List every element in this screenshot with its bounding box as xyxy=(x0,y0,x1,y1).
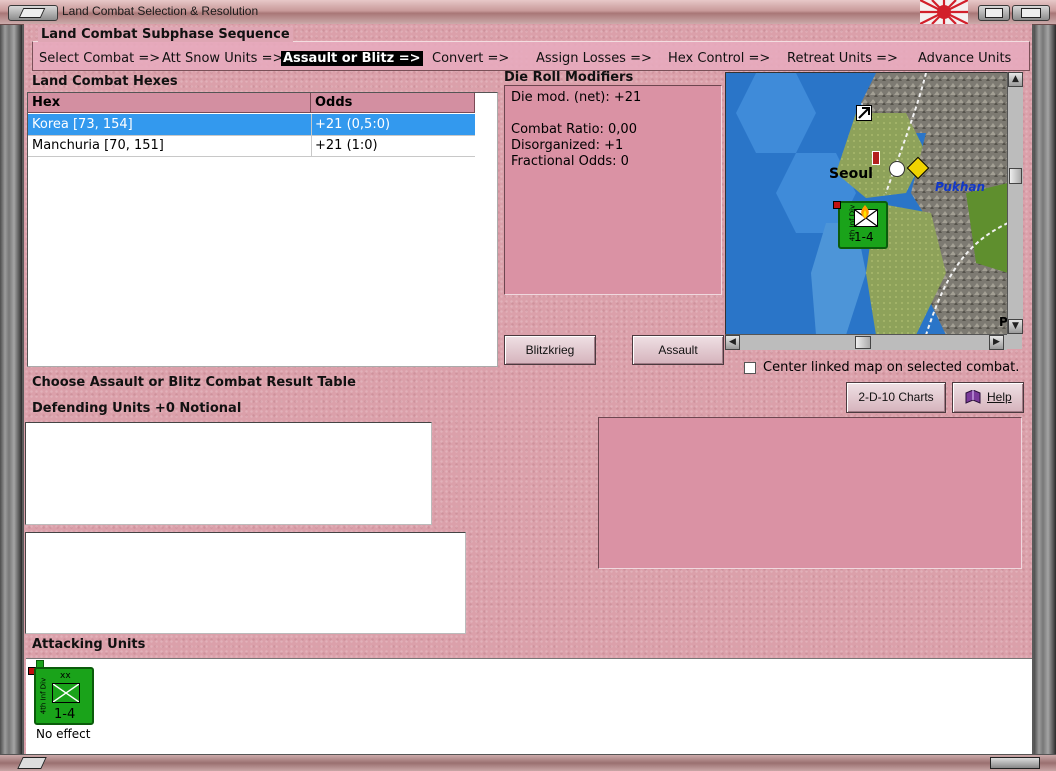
flag-marker-icon xyxy=(872,151,880,165)
land-combat-hexes-heading: Land Combat Hexes xyxy=(32,74,178,89)
attack-flame-icon xyxy=(858,205,872,219)
scroll-thumb[interactable] xyxy=(1009,168,1022,184)
linked-map[interactable]: Seoul Pukhan 4th Inf Div 1-4 P xyxy=(725,72,1009,336)
odds-cell: +21 (1:0) xyxy=(315,138,378,153)
help-button[interactable]: Help xyxy=(952,382,1024,413)
clock-marker-icon xyxy=(889,161,905,177)
table-row[interactable]: Manchuria [70, 151] +21 (1:0) xyxy=(28,135,475,157)
column-header-odds[interactable]: Odds xyxy=(311,93,475,113)
scroll-down-arrow-icon[interactable]: ▼ xyxy=(1008,319,1023,334)
die-roll-modifiers-box: Die mod. (net): +21 Combat Ratio: 0,00 D… xyxy=(504,85,722,295)
step-advance-units: Advance Units xyxy=(918,51,1012,66)
step-assign-losses: Assign Losses => xyxy=(536,51,652,66)
resize-grip-icon[interactable] xyxy=(17,757,47,769)
scroll-right-arrow-icon[interactable]: ▶ xyxy=(989,335,1004,350)
step-select-combat: Select Combat => xyxy=(39,51,161,66)
odds-cell: +21 (0,5:0) xyxy=(315,117,391,132)
table-row[interactable]: Korea [73, 154] +21 (0,5:0) xyxy=(28,114,475,136)
center-map-checkbox[interactable] xyxy=(744,362,756,374)
fractional-odds: Fractional Odds: 0 xyxy=(511,154,629,169)
unit-size: xx xyxy=(60,671,71,681)
step-retreat-units: Retreat Units => xyxy=(787,51,898,66)
combat-result-box xyxy=(598,417,1022,569)
defending-units-heading: Defending Units +0 Notional xyxy=(32,401,242,416)
unit-status-dot xyxy=(833,201,841,209)
center-map-label: Center linked map on selected combat. xyxy=(763,360,1020,375)
japan-rising-sun-icon xyxy=(920,0,968,24)
map-unit-value: 1-4 xyxy=(854,230,874,244)
right-frame-rail xyxy=(1034,24,1056,754)
defending-units-list[interactable] xyxy=(25,422,432,525)
map-city-label: Seoul xyxy=(829,166,873,182)
combat-ratio: Combat Ratio: 0,00 xyxy=(511,122,637,137)
column-header-hex[interactable]: Hex xyxy=(28,93,311,113)
help-label: Help xyxy=(987,390,1012,404)
maximize-button[interactable] xyxy=(1012,5,1050,21)
window-title: Land Combat Selection & Resolution xyxy=(62,4,259,18)
minimize-icon xyxy=(985,8,1003,18)
scroll-corner xyxy=(1007,334,1022,349)
scroll-up-arrow-icon[interactable]: ▲ xyxy=(1008,72,1023,87)
step-convert: Convert => xyxy=(432,51,510,66)
disorganized: Disorganized: +1 xyxy=(511,138,624,153)
corner-grip-icon[interactable] xyxy=(990,757,1040,769)
map-region-label: Pukhan xyxy=(935,180,986,194)
book-icon xyxy=(965,389,981,404)
attacking-units-strip[interactable] xyxy=(26,658,1032,755)
step-att-snow-units: Att Snow Units => xyxy=(162,51,284,66)
choose-table-heading: Choose Assault or Blitz Combat Result Ta… xyxy=(32,375,356,390)
left-frame-rail xyxy=(0,24,22,754)
blitzkrieg-button[interactable]: Blitzkrieg xyxy=(504,335,596,365)
map-unit-counter[interactable]: 4th Inf Div 1-4 xyxy=(838,201,888,249)
unit-value: 1-4 xyxy=(54,707,76,722)
scroll-thumb[interactable] xyxy=(855,336,871,349)
map-vertical-scrollbar[interactable]: ▲ ▼ xyxy=(1007,72,1023,334)
attack-marker-icon xyxy=(856,105,872,121)
window-menu-button[interactable] xyxy=(8,5,58,21)
unit-side-text: 4th Inf Div xyxy=(39,677,48,715)
map-horizontal-scrollbar[interactable]: ◀ ▶ xyxy=(725,334,1007,350)
charts-button[interactable]: 2-D-10 Charts xyxy=(846,382,946,413)
minimize-button[interactable] xyxy=(978,5,1010,21)
hex-cell: Korea [73, 154] xyxy=(32,117,133,132)
unit-result: No effect xyxy=(36,727,91,741)
maximize-icon xyxy=(1021,8,1041,18)
die-roll-modifiers-heading: Die Roll Modifiers xyxy=(504,70,634,85)
step-assault-or-blitz: Assault or Blitz => xyxy=(281,51,423,66)
die-mod-net: Die mod. (net): +21 xyxy=(511,90,642,105)
defending-units-detail[interactable] xyxy=(25,532,466,634)
infantry-symbol-icon xyxy=(52,683,80,703)
subphase-legend: Land Combat Subphase Sequence xyxy=(38,27,293,42)
land-combat-hexes-table[interactable]: Hex Odds Korea [73, 154] +21 (0,5:0) Man… xyxy=(27,92,498,367)
title-bar[interactable]: Land Combat Selection & Resolution xyxy=(0,0,1056,25)
assault-button[interactable]: Assault xyxy=(632,335,724,365)
hex-cell: Manchuria [70, 151] xyxy=(32,138,164,153)
window-icon xyxy=(18,8,46,18)
attacking-units-heading: Attacking Units xyxy=(32,637,146,652)
scroll-left-arrow-icon[interactable]: ◀ xyxy=(725,335,740,350)
step-hex-control: Hex Control => xyxy=(668,51,771,66)
attacking-unit-counter[interactable]: xx 4th Inf Div 1-4 xyxy=(34,667,94,725)
status-bar xyxy=(0,754,1056,771)
